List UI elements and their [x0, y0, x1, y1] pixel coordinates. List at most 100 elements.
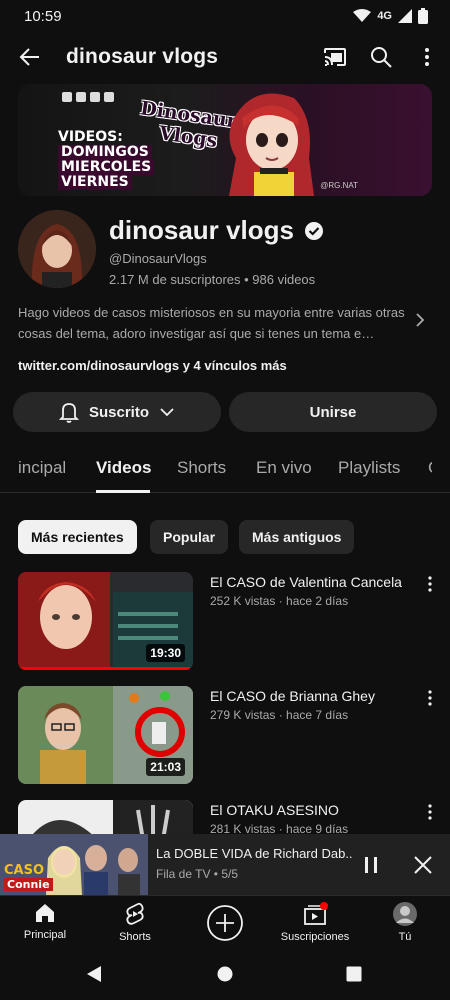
banner-social-icons: [62, 92, 114, 102]
chevron-right-icon[interactable]: [410, 310, 430, 330]
banner-character-illustration: [229, 93, 314, 196]
video-thumbnail[interactable]: [18, 800, 193, 834]
join-label: Unirse: [309, 403, 357, 421]
nav-shorts[interactable]: Shorts: [90, 902, 180, 943]
bell-icon: [58, 403, 79, 423]
video-thumbnail[interactable]: 19:30: [18, 572, 193, 670]
status-icons: 4G: [353, 8, 428, 24]
nav-you[interactable]: Tú: [360, 902, 450, 943]
video-more-button[interactable]: [422, 574, 438, 594]
video-meta: 252 K vistas · hace 2 días: [210, 594, 349, 608]
pause-button[interactable]: [354, 848, 388, 882]
tab-live[interactable]: En vivo: [256, 458, 312, 478]
instagram-icon: [62, 92, 72, 102]
tab-home[interactable]: incipal: [18, 458, 66, 478]
mini-thumb-text2: Connie: [4, 878, 53, 891]
banner-credit: @RG.NAT: [320, 181, 358, 190]
search-query[interactable]: dinosaur vlogs: [60, 45, 312, 69]
mini-player-title[interactable]: La DOBLE VIDA de Richard Dab..: [156, 846, 353, 861]
mini-player-subtitle: Fila de TV • 5/5: [156, 867, 239, 881]
cast-button[interactable]: [312, 34, 358, 80]
more-vert-icon: [425, 48, 429, 66]
channel-links[interactable]: twitter.com/dinosaurvlogs y 4 vínculos m…: [18, 358, 287, 373]
video-item[interactable]: 21:03 El CASO de Brianna Ghey 279 K vist…: [18, 686, 438, 784]
subscribed-button[interactable]: Suscrito: [13, 392, 221, 432]
twitter-icon: [104, 92, 114, 102]
channel-avatar[interactable]: [18, 210, 96, 288]
video-title[interactable]: El OTAKU ASESINO: [210, 802, 420, 818]
bottom-nav: Principal Shorts Suscripciones Tú: [0, 895, 450, 950]
close-mini-player-button[interactable]: [406, 848, 440, 882]
back-arrow-icon: [19, 48, 39, 66]
nav-you-label: Tú: [398, 931, 412, 943]
mini-thumb-text1: CASO: [4, 863, 45, 878]
signal-icon: [398, 9, 412, 23]
status-time: 10:59: [24, 7, 62, 25]
channel-tabs: incipal Videos Shorts En vivo Playlists …: [0, 444, 450, 493]
nav-home[interactable]: Principal: [0, 902, 90, 941]
system-recents-icon[interactable]: [346, 966, 362, 982]
mini-player[interactable]: CASO Connie La DOBLE VIDA de Richard Dab…: [0, 834, 450, 895]
tab-playlists[interactable]: Playlists: [338, 458, 400, 478]
video-title[interactable]: El CASO de Brianna Ghey: [210, 688, 420, 704]
chevron-down-icon: [160, 408, 174, 417]
banner-day-3: VIERNES: [58, 175, 132, 190]
system-back-icon[interactable]: [86, 965, 102, 983]
nav-subscriptions[interactable]: Suscripciones: [270, 902, 360, 943]
mini-player-thumbnail[interactable]: CASO Connie: [0, 834, 148, 895]
wifi-icon: [353, 9, 372, 22]
channel-name: dinosaur vlogs: [109, 215, 324, 246]
video-duration: 19:30: [146, 644, 185, 662]
more-vert-icon: [428, 804, 432, 820]
active-tab-indicator: [96, 490, 150, 493]
facebook-icon: [76, 92, 86, 102]
chip-oldest[interactable]: Más antiguos: [239, 520, 355, 554]
system-nav-bar: [0, 950, 450, 1000]
nav-subscriptions-label: Suscripciones: [280, 931, 350, 943]
network-label: 4G: [377, 10, 392, 22]
nav-create[interactable]: [180, 904, 270, 942]
channel-stats: 2.17 M de suscriptores • 986 videos: [109, 272, 316, 287]
home-icon: [36, 904, 54, 922]
back-button[interactable]: [0, 34, 60, 80]
search-button[interactable]: [358, 34, 404, 80]
chip-popular[interactable]: Popular: [150, 520, 229, 554]
tab-videos[interactable]: Videos: [96, 458, 151, 478]
top-bar: dinosaur vlogs: [0, 34, 450, 80]
channel-handle: @DinosaurVlogs: [109, 251, 207, 266]
verified-icon: [304, 221, 323, 240]
profile-avatar-icon: [393, 902, 417, 926]
shorts-icon: [126, 902, 144, 925]
avatar-image: [18, 210, 96, 288]
channel-description[interactable]: Hago videos de casos misteriosos en su m…: [18, 302, 408, 344]
nav-home-label: Principal: [23, 929, 67, 941]
more-options-button[interactable]: [404, 34, 450, 80]
video-more-button[interactable]: [422, 802, 438, 822]
more-vert-icon: [428, 576, 432, 592]
search-icon: [371, 47, 392, 68]
tab-shorts[interactable]: Shorts: [177, 458, 226, 478]
video-meta: 279 K vistas · hace 7 días: [210, 708, 349, 722]
join-button[interactable]: Unirse: [229, 392, 437, 432]
more-vert-icon: [428, 690, 432, 706]
system-home-icon[interactable]: [217, 966, 233, 982]
video-item[interactable]: El OTAKU ASESINO 281 K vistas · hace 9 d…: [18, 800, 438, 834]
video-title[interactable]: El CASO de Valentina Cancela: [210, 574, 420, 590]
video-more-button[interactable]: [422, 688, 438, 708]
watch-progress-bar: [18, 667, 193, 670]
thumbnail-image: [18, 800, 193, 834]
pause-icon: [365, 857, 377, 873]
subscribed-label: Suscrito: [88, 403, 149, 421]
subscriptions-icon: [304, 902, 328, 925]
channel-banner: VIDEOS: DOMINGOS MIERCOLES VIERNES Dinos…: [18, 84, 432, 196]
nav-shorts-label: Shorts: [119, 931, 151, 943]
close-icon: [414, 856, 432, 874]
battery-icon: [418, 8, 428, 24]
tab-overflow[interactable]: C: [428, 458, 432, 478]
chip-recent[interactable]: Más recientes: [18, 520, 137, 554]
video-thumbnail[interactable]: 21:03: [18, 686, 193, 784]
add-icon: [207, 905, 243, 941]
banner-day-2: MIERCOLES: [58, 160, 155, 175]
video-meta: 281 K vistas · hace 9 días: [210, 822, 349, 834]
video-item[interactable]: 19:30 El CASO de Valentina Cancela 252 K…: [18, 572, 438, 670]
